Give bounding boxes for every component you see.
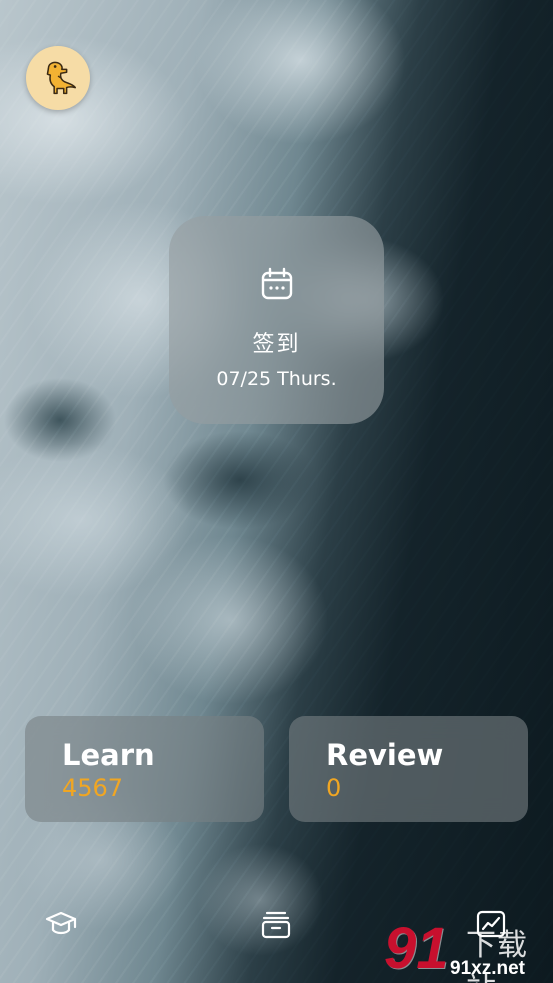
card-stack-icon [261,911,291,939]
background-texture [0,0,553,983]
nav-cards-button[interactable] [256,904,296,944]
review-count: 0 [326,774,342,802]
checkin-card[interactable]: 签到 07/25 Thurs. [169,216,384,424]
nav-learn-button[interactable] [41,904,81,944]
site-watermark: 91 下载站 91xz.net [380,918,553,983]
app-screen: 签到 07/25 Thurs. Learn 4567 Review 0 91 下… [0,0,553,983]
learn-label: Learn [62,738,155,772]
graduation-cap-icon [45,911,77,935]
calendar-icon [261,267,292,300]
watermark-logo: 91 [384,916,449,981]
watermark-url: 91xz.net [450,958,525,979]
learn-card[interactable]: Learn 4567 [25,716,264,822]
checkin-date: 07/25 Thurs. [216,368,337,390]
review-label: Review [326,738,444,772]
review-card[interactable]: Review 0 [289,716,528,822]
checkin-title: 签到 [252,332,301,357]
dinosaur-icon [46,61,77,95]
learn-count: 4567 [62,774,124,802]
avatar[interactable] [26,46,90,110]
